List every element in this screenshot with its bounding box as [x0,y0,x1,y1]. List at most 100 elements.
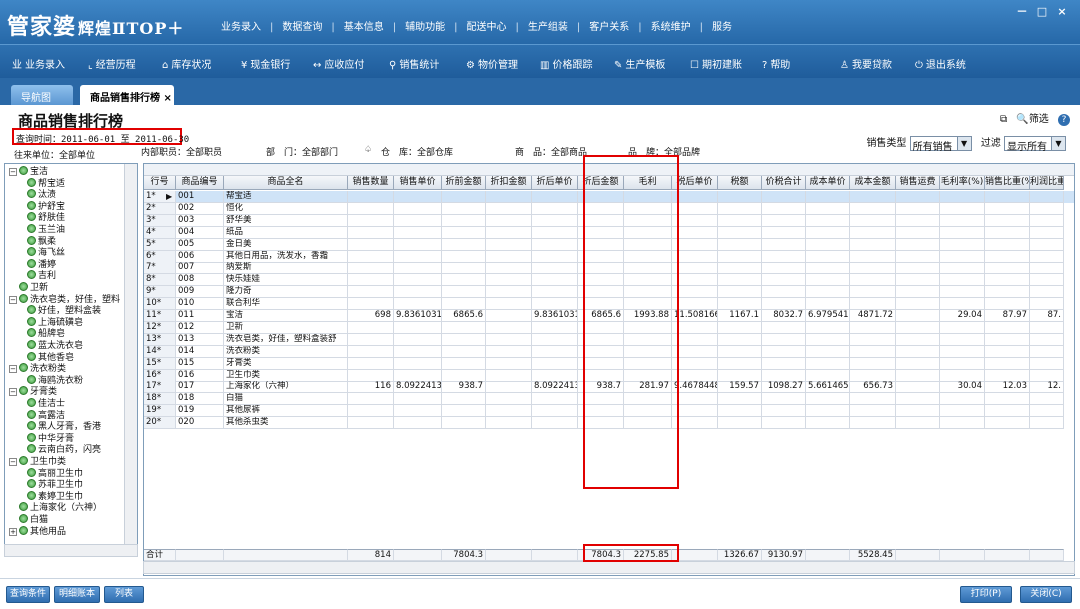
help-icon[interactable]: ? [1058,114,1070,126]
tree-node[interactable]: 汰渍 [27,189,56,200]
toolbar-item[interactable]: 业业务录入 [12,56,65,71]
app-window: 管家婆 辉煌ⅡTOP＋ 业务录入 | 数据查询 | 基本信息 | 辅助功能 | 配送中心 | 生产组装… [0,0,1080,609]
toolbar-item[interactable]: ↔ 应收应付 [313,56,364,71]
column-header[interactable]: 销售数量 [348,176,394,190]
column-header[interactable]: 行号 [144,176,176,190]
tree-node[interactable]: − 牙膏类 [9,386,57,397]
tree-node[interactable]: 好佳，塑料盒装 [27,305,101,316]
grid-horizontal-scrollbar[interactable] [143,561,1075,574]
top-menu-item[interactable]: 生产组装 [528,22,568,33]
tree-node[interactable]: − 洗衣粉类 [9,363,66,374]
minimize-icon[interactable]: － [1012,3,1032,19]
toolbar-item[interactable]: ☐ 期初建账 [690,56,742,71]
maximize-icon[interactable]: □ [1032,5,1052,18]
top-menu-item[interactable]: 服务 [712,22,732,33]
tab-close-icon[interactable]: × [163,93,171,104]
toolbar-item[interactable]: ⚲ 销售统计 [389,56,439,71]
tree-node[interactable]: 舒肤佳 [27,212,65,223]
tree-node[interactable]: 素婷卫生巾 [27,490,83,502]
column-header[interactable]: 价税合计 [762,176,806,190]
tree-node[interactable]: 其他香皂 [27,351,74,363]
column-header[interactable]: 销售比重(%) [985,176,1030,190]
tree-node[interactable]: 苏菲卫生巾 [27,479,83,490]
print-button[interactable]: 打印(P) [960,586,1012,603]
tree-horizontal-scrollbar[interactable] [4,544,138,557]
column-header[interactable]: 折后单价 [532,176,578,190]
column-header[interactable]: 商品编号 [176,176,224,190]
tree-node[interactable]: 护舒宝 [27,200,65,212]
top-menu-item[interactable]: 系统维护 [651,22,691,33]
collapse-icon[interactable]: − [9,168,17,176]
toolbar-item[interactable]: ✎ 生产模板 [614,56,665,71]
tree-node[interactable]: 中华牙膏 [27,432,74,444]
tree-node[interactable]: 佳洁士 [27,398,65,409]
tree-node[interactable]: − 宝洁 [9,166,48,177]
column-header[interactable]: 毛利率(%) [940,176,985,190]
tree-node[interactable]: 飘柔 [27,235,56,247]
collapse-icon[interactable]: − [9,365,17,374]
tree-node[interactable]: 上海硫磺皂 [27,316,83,328]
tree-node[interactable]: 潘婷 [27,258,56,270]
top-menu-item[interactable]: 配送中心 [467,22,507,33]
list-button[interactable]: 列表 [104,586,144,603]
tree-node[interactable]: 帮宝适 [27,177,65,189]
expand-icon[interactable]: + [9,527,17,536]
column-header[interactable]: 折前金额 [442,176,486,190]
tree-node[interactable]: 吉利 [27,270,56,281]
toolbar-item[interactable]: ⌞ 经营历程 [88,56,136,71]
toolbar-item[interactable]: ⚙ 物价管理 [466,56,518,71]
tree-node[interactable]: 黑人牙膏，香港 [27,421,101,432]
tree-vertical-scrollbar[interactable] [124,164,137,556]
tree-node[interactable]: + 其他用品 [9,525,67,537]
query-conditions-button[interactable]: 查询条件 [6,586,50,603]
display-filter-value: 显示所有 [1007,141,1047,153]
toolbar-item[interactable]: ⌂ 库存状况 [162,56,211,71]
tree-node[interactable]: 蓝太洗衣皂 [27,340,83,351]
column-header[interactable]: 商品全名 [224,176,348,190]
close-icon[interactable]: × [1052,5,1072,18]
sales-type-select[interactable]: 所有销售 ▼ [909,135,972,153]
tree-node[interactable]: 船牌皂 [27,328,65,339]
top-menu-item[interactable]: 业务录入 [221,22,261,33]
toolbar-item[interactable]: ¥ 现金银行 [241,56,290,71]
top-menu-item[interactable]: 辅助功能 [405,22,445,33]
detail-ledger-button[interactable]: 明细账本 [54,586,100,603]
top-menu-item[interactable]: 客户关系 [589,22,629,33]
filter-icon[interactable]: 🔍 [1016,114,1028,125]
tree-node[interactable]: 海飞丝 [27,247,65,258]
column-header[interactable]: 销售单价 [394,176,442,190]
column-header[interactable]: 利润比重(%) [1030,176,1064,190]
toolbar-item[interactable]: ⏻ 退出系统 [915,56,966,71]
tab-sales-ranking[interactable]: 商品销售排行榜 × [80,85,174,105]
tree-node[interactable]: 白猫 [9,514,48,525]
tree-node-label: 其他用品 [30,526,67,537]
tree-node[interactable]: − 卫生巾类 [9,456,66,467]
column-header[interactable]: 成本金额 [850,176,896,190]
column-header[interactable]: 折扣金额 [486,176,532,190]
tree-node[interactable]: 海鸥洗衣粉 [27,374,83,386]
tab-navigation[interactable]: 导航图 [11,85,73,105]
tree-node[interactable]: − 洗衣皂类，好佳，塑料 [9,293,120,305]
top-menu-item[interactable]: 基本信息 [344,22,384,33]
tree-node[interactable]: 玉兰油 [27,224,65,235]
close-button[interactable]: 关闭(C) [1020,586,1072,603]
top-menu-item[interactable]: 数据查询 [282,22,322,33]
tree-node[interactable]: 卫新 [9,282,48,293]
toolbar-item[interactable]: ♙ 我要贷款 [840,56,892,71]
column-header[interactable]: 税额 [718,176,762,190]
column-header[interactable]: 成本单价 [806,176,850,190]
export-icon[interactable]: ⧉ [1000,114,1007,125]
table-cell: 其他杀虫类 [224,417,348,430]
collapse-icon[interactable]: − [9,295,17,304]
filter-label[interactable]: 筛选 [1029,114,1049,125]
toolbar-item[interactable]: ? 帮助 [762,56,790,71]
tree-node[interactable]: 高丽卫生巾 [27,467,83,479]
column-header[interactable]: 销售运费 [896,176,940,190]
tree-node[interactable]: 云南白药，闪亮 [27,444,101,455]
collapse-icon[interactable]: − [9,458,17,466]
tree-node[interactable]: 上海家化（六神） [9,502,102,513]
collapse-icon[interactable]: − [9,388,17,397]
tree-node[interactable]: 高露洁 [27,409,65,421]
toolbar-item[interactable]: ▥ 价格跟踪 [540,56,592,71]
display-filter-select[interactable]: 显示所有 ▼ [1004,135,1066,153]
